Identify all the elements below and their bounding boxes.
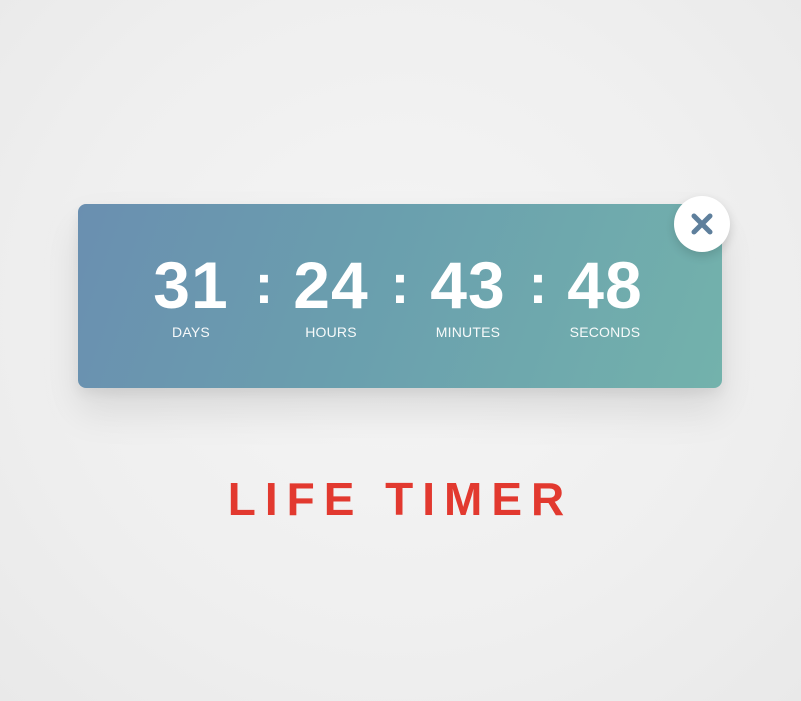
- minutes-value: 43: [430, 248, 506, 322]
- minutes-label: MINUTES: [435, 324, 501, 340]
- close-icon: [691, 213, 713, 235]
- minutes-unit: 43 MINUTES: [408, 252, 528, 340]
- separator-colon: :: [390, 252, 410, 315]
- seconds-unit: 48 SECONDS: [545, 252, 665, 340]
- countdown-timer-card: 31 DAYS : 24 HOURS : 43 MINUTES : 48 SEC…: [78, 204, 722, 388]
- seconds-label: SECONDS: [569, 324, 641, 340]
- page-title: LIFE TIMER: [227, 473, 574, 525]
- days-label: DAYS: [172, 324, 210, 340]
- hours-label: HOURS: [305, 324, 357, 340]
- hours-unit: 24 HOURS: [271, 252, 391, 340]
- seconds-value: 48: [567, 248, 643, 322]
- hours-value: 24: [293, 248, 369, 322]
- days-value: 31: [153, 248, 229, 322]
- days-unit: 31 DAYS: [131, 252, 251, 340]
- close-button[interactable]: [674, 196, 730, 252]
